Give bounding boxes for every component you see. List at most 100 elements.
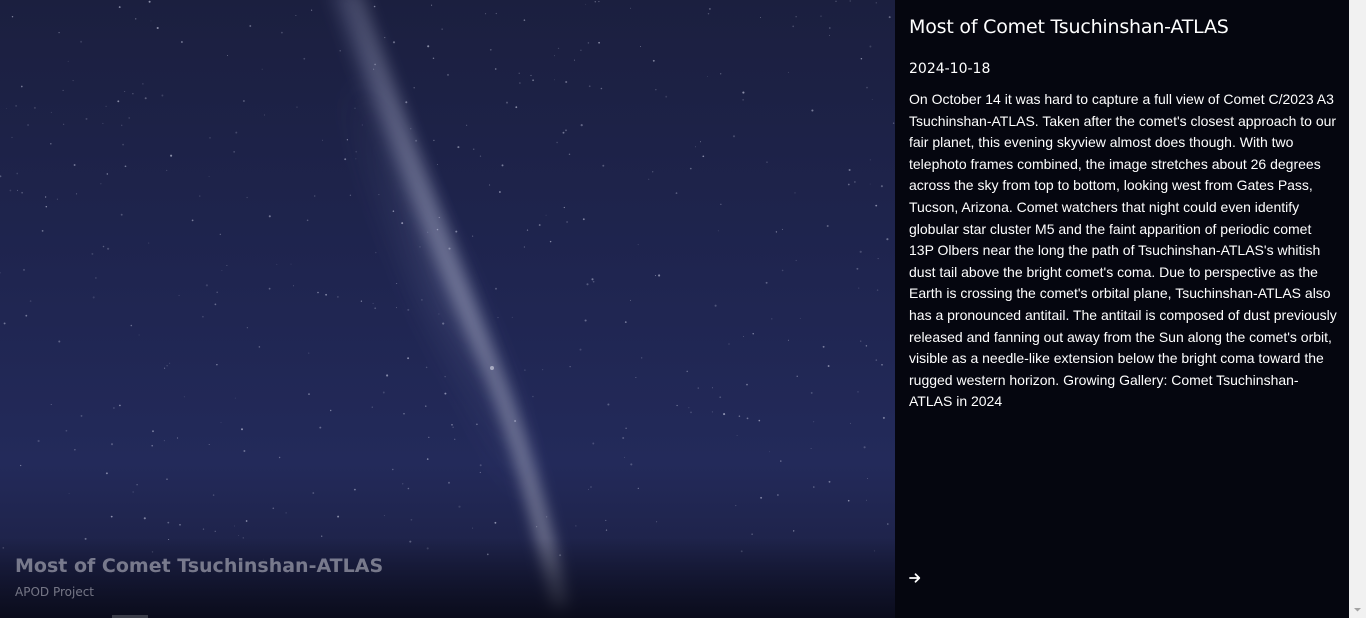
star-dot bbox=[167, 521, 170, 524]
star-dot bbox=[630, 7, 632, 9]
star-dot bbox=[871, 99, 873, 100]
star-dot bbox=[156, 26, 159, 30]
star-dot bbox=[598, 1, 600, 3]
star-dot bbox=[234, 397, 236, 399]
star-dot bbox=[591, 278, 594, 281]
star-dot bbox=[760, 16, 761, 18]
star-dot bbox=[869, 45, 872, 48]
star-dot bbox=[161, 94, 164, 97]
star-dot bbox=[580, 124, 583, 127]
star-dot bbox=[425, 405, 427, 407]
star-dot bbox=[58, 340, 61, 343]
star-dot bbox=[226, 265, 228, 266]
star-dot bbox=[655, 89, 657, 91]
star-dot bbox=[706, 75, 709, 78]
comet-tail-illustration bbox=[0, 0, 895, 612]
star-dot bbox=[373, 5, 376, 8]
star-dot bbox=[728, 343, 730, 345]
star-dot bbox=[795, 259, 797, 262]
star-dot bbox=[15, 105, 17, 107]
star-dot bbox=[317, 291, 319, 294]
star-dot bbox=[199, 195, 201, 197]
star-dot bbox=[495, 287, 497, 290]
star-dot bbox=[760, 496, 763, 499]
star-dot bbox=[241, 428, 243, 431]
star-dot bbox=[752, 333, 754, 335]
star-dot bbox=[732, 135, 736, 138]
star-dot bbox=[847, 499, 850, 502]
star-dot bbox=[654, 275, 657, 277]
star-dot bbox=[489, 48, 492, 51]
star-dot bbox=[515, 106, 518, 109]
star-dot bbox=[888, 16, 891, 19]
arrow-right-icon[interactable] bbox=[908, 570, 922, 584]
star-dot bbox=[565, 129, 567, 132]
star-dot bbox=[532, 79, 534, 82]
star-dot bbox=[74, 449, 76, 451]
star-dot bbox=[243, 450, 246, 452]
star-dot bbox=[330, 409, 332, 412]
star-dot bbox=[847, 183, 850, 186]
star-dot bbox=[856, 267, 859, 270]
star-dot bbox=[148, 0, 151, 3]
star-dot bbox=[637, 487, 639, 490]
star-dot bbox=[723, 413, 726, 416]
star-dot bbox=[479, 464, 482, 467]
star-dot bbox=[793, 530, 795, 532]
star-dot bbox=[511, 316, 513, 318]
scrollbar-thumb[interactable] bbox=[1352, 0, 1363, 596]
star-dot bbox=[476, 423, 478, 426]
star-dot bbox=[386, 374, 389, 377]
star-dot bbox=[697, 387, 699, 389]
star-dot bbox=[799, 317, 801, 319]
star-dot bbox=[372, 302, 374, 304]
star-dot bbox=[875, 359, 878, 361]
star-dot bbox=[233, 151, 235, 153]
star-dot bbox=[226, 55, 228, 56]
star-dot bbox=[587, 488, 590, 490]
star-dot bbox=[869, 183, 871, 185]
star-dot bbox=[9, 189, 12, 192]
star-dot bbox=[249, 25, 252, 27]
scroll-down-icon[interactable] bbox=[1349, 601, 1366, 618]
star-dot bbox=[124, 91, 126, 92]
star-dot bbox=[396, 283, 398, 285]
star-dot bbox=[858, 287, 860, 289]
star-dot bbox=[183, 396, 185, 398]
star-dot bbox=[746, 383, 748, 386]
star-dot bbox=[780, 460, 782, 462]
star-dot bbox=[452, 426, 454, 428]
star-dot bbox=[355, 150, 358, 153]
caption-gradient bbox=[0, 538, 895, 618]
star-dot bbox=[92, 296, 95, 299]
star-dot bbox=[639, 46, 641, 48]
star-dot bbox=[658, 274, 661, 277]
star-dot bbox=[321, 535, 323, 537]
star-dot bbox=[624, 456, 626, 458]
star-dot bbox=[556, 141, 558, 144]
star-dot bbox=[720, 203, 722, 205]
star-dot bbox=[720, 73, 722, 75]
star-dot bbox=[472, 527, 474, 529]
star-dot bbox=[105, 472, 108, 475]
star-dot bbox=[37, 439, 40, 443]
star-dot bbox=[110, 443, 114, 446]
star-dot bbox=[625, 427, 627, 430]
star-dot bbox=[686, 370, 688, 373]
star-dot bbox=[466, 124, 468, 126]
star-dot bbox=[554, 55, 555, 57]
star-dot bbox=[860, 57, 863, 60]
star-dot bbox=[857, 391, 859, 393]
star-dot bbox=[16, 172, 19, 175]
star-dot bbox=[76, 193, 78, 195]
star-dot bbox=[268, 287, 271, 290]
star-dot bbox=[382, 391, 385, 394]
vertical-scrollbar[interactable] bbox=[1349, 0, 1366, 618]
star-dot bbox=[220, 422, 222, 423]
star-dot bbox=[775, 231, 778, 233]
star-dot bbox=[829, 34, 830, 36]
star-dot bbox=[436, 163, 438, 165]
star-dot bbox=[374, 307, 377, 310]
star-dot bbox=[562, 131, 565, 134]
star-dot bbox=[711, 411, 713, 413]
